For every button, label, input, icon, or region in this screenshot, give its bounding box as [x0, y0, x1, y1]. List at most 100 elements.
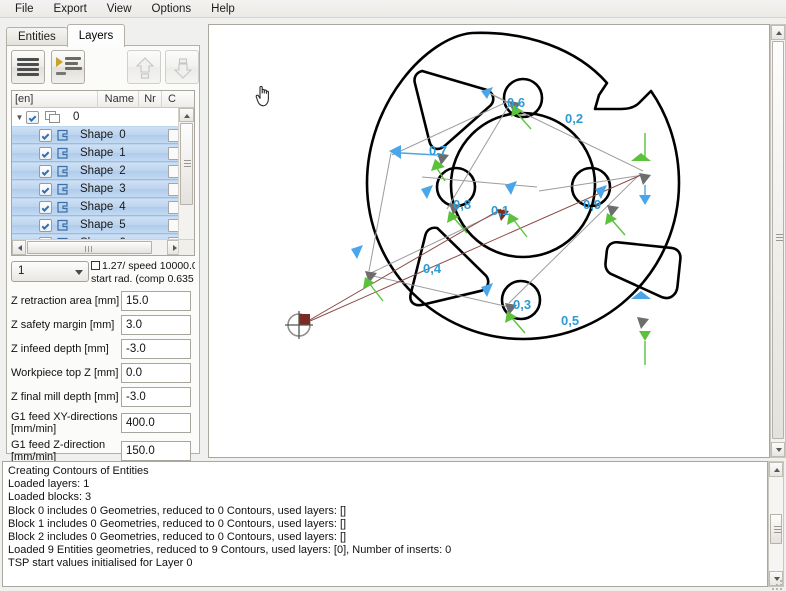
shape-name: Shape — [80, 147, 114, 159]
cad-canvas[interactable]: 0,6 0,2 0,7 0,8 0,9 0,1 0,4 0,3 0,5 — [208, 24, 770, 458]
cad-vertical-scrollbar[interactable] — [770, 24, 786, 458]
lines-icon — [17, 58, 39, 77]
z-safety-margin-field[interactable] — [121, 315, 191, 335]
shape-number: 4 — [119, 201, 126, 213]
tool-desc-line1: 1.27/ speed 10000.0 — [102, 260, 195, 272]
shape-visibility-checkbox[interactable] — [39, 164, 52, 178]
parameter-row: G1 feed Z-direction [mm/min] — [11, 439, 197, 463]
tree-rows: ▼ 0 Shape 0 Shape 1 Shape 2 Shape 3 Shap… — [12, 108, 181, 255]
arrow-up-icon — [135, 57, 155, 79]
z-infeed-depth-field[interactable] — [121, 339, 191, 359]
tree-col-nr[interactable]: Nr — [139, 91, 162, 108]
shape-name: Shape — [80, 219, 114, 231]
origin-marker — [285, 311, 313, 339]
diameter-symbol-icon — [91, 261, 100, 270]
tree-header: [en] Name Nr C — [12, 91, 194, 108]
log-scroll-up-button[interactable] — [769, 462, 783, 477]
shape-icon — [55, 219, 73, 232]
table-row[interactable]: Shape 3 — [12, 180, 181, 198]
scrollbar-corner — [178, 239, 194, 255]
move-down-button[interactable] — [165, 50, 199, 84]
parameter-list: Z retraction area [mm] Z safety margin [… — [11, 291, 197, 467]
shape-icon — [55, 165, 73, 178]
layer-visibility-checkbox[interactable] — [26, 110, 39, 124]
shape-visibility-checkbox[interactable] — [39, 182, 52, 196]
table-row[interactable]: Shape 1 — [12, 144, 181, 162]
cad-scroll-down-button[interactable] — [771, 442, 785, 457]
g1-feed-xy-field[interactable] — [121, 413, 191, 433]
log-line: Loaded blocks: 3 — [8, 491, 92, 504]
shape-name: Shape — [80, 129, 114, 141]
tree-col-c[interactable]: C — [162, 91, 182, 108]
parameter-label: G1 feed XY-directions [mm/min] — [11, 411, 118, 435]
tree-col-en[interactable]: [en] — [12, 91, 98, 108]
parameter-row: Z safety margin [mm] — [11, 315, 197, 335]
parameter-row: Z final mill depth [mm] — [11, 387, 197, 407]
resize-grip-icon[interactable] — [772, 578, 784, 590]
drawing-label: 0,3 — [513, 297, 531, 312]
tree-col-name[interactable]: Name — [98, 91, 139, 108]
table-row[interactable]: Shape 0 — [12, 126, 181, 144]
g1-feed-z-field[interactable] — [121, 441, 191, 461]
table-row[interactable]: Shape 2 — [12, 162, 181, 180]
cad-scroll-up-button[interactable] — [771, 25, 785, 40]
sort-icon — [56, 57, 82, 78]
tree-vertical-scrollbar[interactable] — [178, 108, 194, 255]
tool-select[interactable]: 1 — [11, 261, 89, 282]
tree-hscrollbar-thumb[interactable] — [27, 241, 152, 254]
shape-name: Shape — [80, 201, 114, 213]
tab-entities[interactable]: Entities — [6, 27, 68, 47]
log-line: Block 0 includes 0 Geometries, reduced t… — [8, 504, 347, 517]
log-vertical-scrollbar[interactable] — [768, 461, 784, 587]
sort-order-button[interactable] — [51, 50, 85, 84]
scroll-up-button[interactable] — [179, 108, 194, 122]
chevron-down-icon[interactable] — [75, 270, 83, 275]
left-panel: Entities Layers [en] Name Nr C ▼ 0 Shape… — [0, 18, 206, 463]
shape-number: 5 — [119, 219, 126, 231]
menu-item-view[interactable]: View — [98, 2, 141, 16]
drawing-label: 0,2 — [565, 111, 583, 126]
tab-layers[interactable]: Layers — [66, 24, 126, 47]
log-scrollbar-thumb[interactable] — [770, 514, 782, 544]
log-line: Creating Contours of Entities — [8, 465, 149, 477]
shape-name: Shape — [80, 183, 114, 195]
table-row[interactable]: Shape 5 — [12, 216, 181, 234]
table-row[interactable]: Shape 4 — [12, 198, 181, 216]
shape-visibility-checkbox[interactable] — [39, 218, 52, 232]
tree-scrollbar-thumb[interactable] — [180, 123, 193, 205]
shape-visibility-checkbox[interactable] — [39, 128, 52, 142]
menu-item-options[interactable]: Options — [143, 2, 201, 16]
scroll-left-button[interactable] — [12, 240, 26, 255]
drawing-label: 0,5 — [561, 313, 579, 328]
shape-icon — [55, 201, 73, 214]
shape-visibility-checkbox[interactable] — [39, 200, 52, 214]
parameter-label: Z infeed depth [mm] — [11, 343, 109, 355]
log-output[interactable]: Creating Contours of Entities Loaded lay… — [2, 461, 768, 587]
parameter-label: Z safety margin [mm] — [11, 319, 115, 331]
parameter-row: Z retraction area [mm] — [11, 291, 197, 311]
z-retraction-area-field[interactable] — [121, 291, 191, 311]
shape-visibility-checkbox[interactable] — [39, 146, 52, 160]
tree-horizontal-scrollbar[interactable] — [12, 239, 181, 255]
tool-description: 1.27/ speed 10000.0 start rad. (comp 0.6… — [91, 260, 195, 286]
drawing-label: 0,8 — [453, 197, 471, 212]
menu-item-file[interactable]: File — [6, 2, 43, 16]
menu-item-export[interactable]: Export — [45, 2, 96, 16]
z-final-mill-depth-field[interactable] — [121, 387, 191, 407]
tree-row-layer[interactable]: ▼ 0 — [12, 108, 181, 126]
cad-drawing[interactable]: 0,6 0,2 0,7 0,8 0,9 0,1 0,4 0,3 0,5 — [209, 25, 769, 457]
shape-icon — [55, 183, 73, 196]
parameter-row: G1 feed XY-directions [mm/min] — [11, 411, 197, 435]
tool-select-value: 1 — [18, 265, 25, 277]
menu-item-help[interactable]: Help — [202, 2, 244, 16]
cad-scrollbar-thumb[interactable] — [772, 41, 784, 439]
layers-tree[interactable]: [en] Name Nr C ▼ 0 Shape 0 Shape 1 Shape… — [11, 90, 195, 256]
move-up-button[interactable] — [127, 50, 161, 84]
list-lines-button[interactable] — [11, 50, 45, 84]
cad-view-container: 0,6 0,2 0,7 0,8 0,9 0,1 0,4 0,3 0,5 — [208, 24, 786, 458]
tool-desc-line2: start rad. (comp 0.635 — [91, 273, 194, 285]
shape-icon — [55, 129, 73, 142]
drawing-label: 0,4 — [423, 261, 442, 276]
workpiece-top-z-field[interactable] — [121, 363, 191, 383]
expand-twisty-icon[interactable]: ▼ — [13, 113, 26, 122]
